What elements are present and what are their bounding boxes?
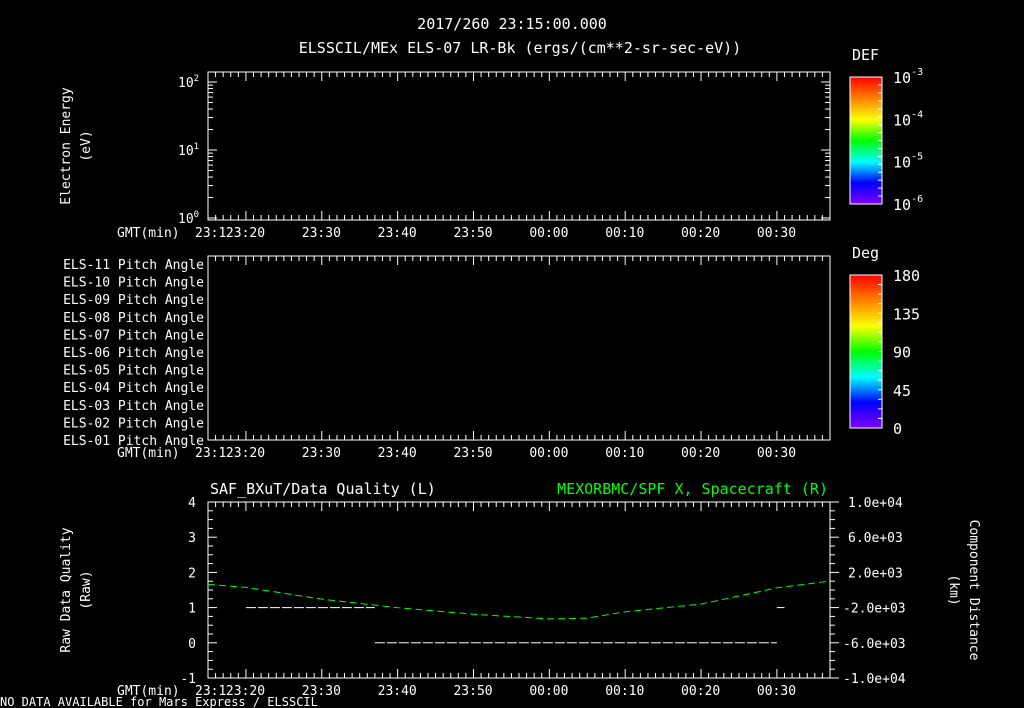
plot-subtitle: ELSSCIL/MEx ELS-07 LR-Bk (ergs/(cm**2-sr… [299,39,742,57]
def-colorbar-title: DEF [852,46,879,64]
left-y-tick-label: -1 [180,672,196,687]
x-tick-label: 00:10 [605,446,644,461]
colorbar-gradient [849,76,883,205]
y-tick-exponent: 0 [194,210,199,220]
pitch-angle-row-label: ELS-02 Pitch Angle [63,416,204,431]
left-y-tick-label: 4 [188,496,196,511]
no-data-status: NO DATA AVAILABLE for Mars Express / ELS… [0,695,318,708]
quality-title: SAF_BXuT/Data Quality (L) [210,480,436,498]
x-tick-label: 00:20 [681,446,720,461]
x-tick-label: 00:00 [529,226,568,241]
y-tick-exponent: 1 [194,142,199,152]
energy-ylabel-2: (eV) [79,130,94,161]
x-tick-label: 23:50 [453,226,492,241]
y-tick-label: 100 [178,210,199,227]
pitch-angle-row-label: ELS-03 Pitch Angle [63,399,204,414]
quality-ylabel-2: (Raw) [79,570,94,609]
colorbar-label: 135 [893,305,920,323]
x-tick-label: 00:10 [605,684,644,699]
colorbar-label: 45 [893,382,911,400]
plot-canvas: 2017/260 23:15:00.000 ELSSCIL/MEx ELS-07… [0,15,981,708]
y-tick-label: 102 [178,74,199,91]
x-tick-label: 23:40 [378,684,417,699]
x-tick-label: 00:20 [681,684,720,699]
x-tick-label: 23:20 [226,446,265,461]
distance-ylabel-2: (km) [946,574,961,605]
colorbar-exponent: -6 [911,194,923,205]
energy-spectrogram-panel: GMT(min) 23:1 23:20 23:30 23:40 23:50 00:00 00:… [59,46,923,241]
right-y-tick-label: 1.0e+04 [848,496,903,511]
pitch-angle-row-label: ELS-05 Pitch Angle [63,364,204,379]
pitch-angle-row-label: ELS-06 Pitch Angle [63,346,204,361]
left-y-tick-label: 3 [188,531,196,546]
x-tick-label: 00:30 [757,226,796,241]
colorbar-label: 0 [893,420,902,438]
x-tick-label: 00:10 [605,226,644,241]
plot-title: 2017/260 23:15:00.000 [417,15,607,33]
colorbar-exponent: -3 [911,67,923,78]
x-tick-label: 00:30 [757,446,796,461]
right-y-tick-label: 6.0e+03 [848,531,903,546]
colorbar-exponent: -4 [911,109,923,120]
def-colorbar: 10-3 10-4 10-5 10-6 [849,67,923,214]
left-y-tick-label: 0 [188,637,196,652]
pitch-angle-row-label: ELS-08 Pitch Angle [63,311,204,326]
colorbar-label: 10-3 [893,67,923,87]
colorbar-label: 180 [893,267,920,285]
pitch-angle-row-label: ELS-01 Pitch Angle [63,434,204,449]
deg-colorbar: 180 135 90 45 0 [849,267,920,438]
quality-ylabel-1: Raw Data Quality [59,527,74,652]
deg-colorbar-title: Deg [852,244,879,262]
panel3-frame [207,501,831,679]
colorbar-gradient [849,274,883,429]
colorbar-label: 10-4 [893,109,923,129]
right-y-tick-label: 2.0e+03 [848,566,903,581]
x-tick-label: 23:30 [302,446,341,461]
pitch-angle-row-label: ELS-10 Pitch Angle [63,276,204,291]
colorbar-exponent: -5 [911,152,923,163]
left-y-tick-label: 1 [188,602,196,617]
x-tick-label: 00:00 [529,684,568,699]
x-tick-label: 00:20 [681,226,720,241]
energy-ylabel-1: Electron Energy [59,87,74,205]
panel1-frame [207,71,831,221]
x-tick-label: 23:40 [378,226,417,241]
panel2-frame [207,255,831,441]
right-y-tick-label: -6.0e+03 [843,637,906,652]
x-tick-label: 23:50 [453,684,492,699]
pitch-angle-row-label: ELS-11 Pitch Angle [63,258,204,273]
y-tick-label: 101 [178,142,199,159]
distance-ylabel-1: Component Distance [966,520,981,661]
right-y-tick-label: -1.0e+04 [843,672,906,687]
pitch-angle-row-label: ELS-07 Pitch Angle [63,328,204,343]
y-tick-exponent: 2 [194,74,199,84]
x-tick-label: 23:50 [453,446,492,461]
left-y-tick-label: 2 [188,566,196,581]
colorbar-label: 10-6 [893,194,923,214]
x-axis-label: GMT(min) [117,226,180,241]
x-tick-label: 00:30 [757,684,796,699]
x-tick-label: 23:20 [226,226,265,241]
spacecraft-x-position-line [207,580,831,620]
pitch-angle-row-label: ELS-09 Pitch Angle [63,293,204,308]
colorbar-label: 90 [893,344,911,362]
x-tick-label: 23:30 [302,226,341,241]
position-title: MEXORBMC/SPF X, Spacecraft (R) [557,480,828,498]
x-tick-label: 23:1 [195,226,226,241]
quality-position-panel: GMT(min) 23:1 23:20 23:30 23:40 23:50 00:00 00:… [59,480,981,699]
pitch-angle-panel: GMT(min) 23:1 23:20 23:30 23:40 23:50 00:00 00:… [63,244,920,461]
right-y-tick-label: -2.0e+03 [843,602,906,617]
x-tick-label: 23:40 [378,446,417,461]
x-tick-label: 00:00 [529,446,568,461]
pitch-angle-row-label: ELS-04 Pitch Angle [63,381,204,396]
colorbar-label: 10-5 [893,152,923,172]
